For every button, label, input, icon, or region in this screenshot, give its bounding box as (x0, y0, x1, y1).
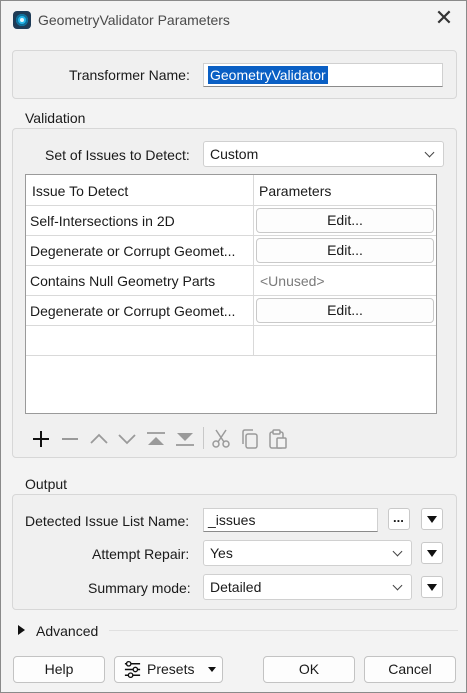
triangle-down-icon (427, 516, 437, 523)
chevron-down-icon (392, 580, 403, 591)
issue-cell: Contains Null Geometry Parts (30, 273, 216, 289)
output-title: Output (25, 476, 68, 492)
unused-value: <Unused> (260, 273, 325, 289)
presets-button[interactable]: Presets (114, 656, 223, 683)
window-title: GeometryValidator Parameters (38, 12, 230, 28)
validation-title: Validation (25, 110, 86, 126)
summary-mode-label: Summary mode: (88, 580, 191, 596)
presets-label: Presets (147, 661, 195, 677)
issues-to-detect-value: Custom (210, 146, 259, 162)
table-header-issue: Issue To Detect (32, 183, 129, 199)
chevron-down-icon (424, 147, 435, 158)
presets-dropdown-icon (208, 667, 216, 672)
summary-mode-value: Detailed (210, 579, 262, 595)
repair-menu-button[interactable] (421, 542, 443, 564)
advanced-toggle[interactable]: Advanced (15, 621, 125, 641)
toolbar-separator (203, 427, 204, 449)
presets-icon (124, 660, 141, 679)
table-row[interactable]: Degenerate or Corrupt Geomet... Edit... (26, 235, 436, 265)
issues-to-detect-select[interactable]: Custom (203, 141, 444, 167)
triangle-right-icon (18, 625, 25, 635)
table-row-end (26, 355, 436, 356)
remove-icon[interactable] (59, 428, 81, 450)
edit-button[interactable]: Edit... (256, 208, 434, 233)
dialog-window: GeometryValidator Parameters ✕ Transform… (0, 0, 467, 693)
move-top-icon[interactable] (145, 428, 167, 450)
help-button[interactable]: Help (13, 656, 105, 683)
add-icon[interactable] (30, 428, 52, 450)
transformer-name-label: Transformer Name: (69, 67, 190, 83)
move-up-icon[interactable] (88, 428, 110, 450)
summary-menu-button[interactable] (421, 576, 443, 598)
copy-icon[interactable] (239, 428, 261, 450)
table-row-empty[interactable] (26, 325, 436, 355)
attempt-repair-value: Yes (210, 545, 233, 561)
table-row[interactable]: Self-Intersections in 2D Edit... (26, 205, 436, 235)
ok-button[interactable]: OK (263, 656, 355, 683)
issue-cell: Degenerate or Corrupt Geomet... (30, 303, 236, 319)
advanced-divider (109, 630, 458, 631)
summary-mode-select[interactable]: Detailed (203, 574, 412, 600)
table-header-parameters: Parameters (259, 183, 332, 199)
close-icon[interactable]: ✕ (434, 8, 454, 30)
issues-table: Issue To Detect Parameters Self-Intersec… (25, 174, 437, 414)
browse-button[interactable]: ... (388, 508, 410, 530)
table-row[interactable]: Degenerate or Corrupt Geomet... Edit... (26, 295, 436, 325)
move-down-icon[interactable] (116, 428, 138, 450)
list-name-menu-button[interactable] (421, 508, 443, 530)
triangle-down-icon (427, 584, 437, 591)
table-row[interactable]: Contains Null Geometry Parts <Unused> (26, 265, 436, 295)
paste-icon[interactable] (267, 428, 289, 450)
move-bottom-icon[interactable] (174, 428, 196, 450)
triangle-down-icon (427, 550, 437, 557)
cut-icon[interactable] (210, 428, 232, 450)
issue-cell: Self-Intersections in 2D (30, 213, 175, 229)
issue-list-name-input[interactable]: _issues (203, 508, 378, 532)
edit-button[interactable]: Edit... (256, 298, 434, 323)
issue-cell: Degenerate or Corrupt Geomet... (30, 243, 236, 259)
advanced-label: Advanced (36, 623, 99, 639)
browse-label: ... (393, 510, 404, 525)
attempt-repair-label: Attempt Repair: (92, 546, 190, 562)
attempt-repair-select[interactable]: Yes (203, 540, 412, 566)
issue-list-name-value: _issues (208, 512, 256, 528)
transformer-name-input[interactable]: GeometryValidator (203, 63, 443, 87)
app-icon (13, 11, 31, 29)
cancel-button[interactable]: Cancel (364, 656, 456, 683)
title-bar: GeometryValidator Parameters ✕ (1, 1, 466, 39)
issue-list-name-label: Detected Issue List Name: (25, 513, 190, 529)
edit-button[interactable]: Edit... (256, 238, 434, 263)
chevron-down-icon (392, 546, 403, 557)
issues-to-detect-label: Set of Issues to Detect: (45, 147, 190, 163)
transformer-name-value: GeometryValidator (208, 66, 328, 84)
